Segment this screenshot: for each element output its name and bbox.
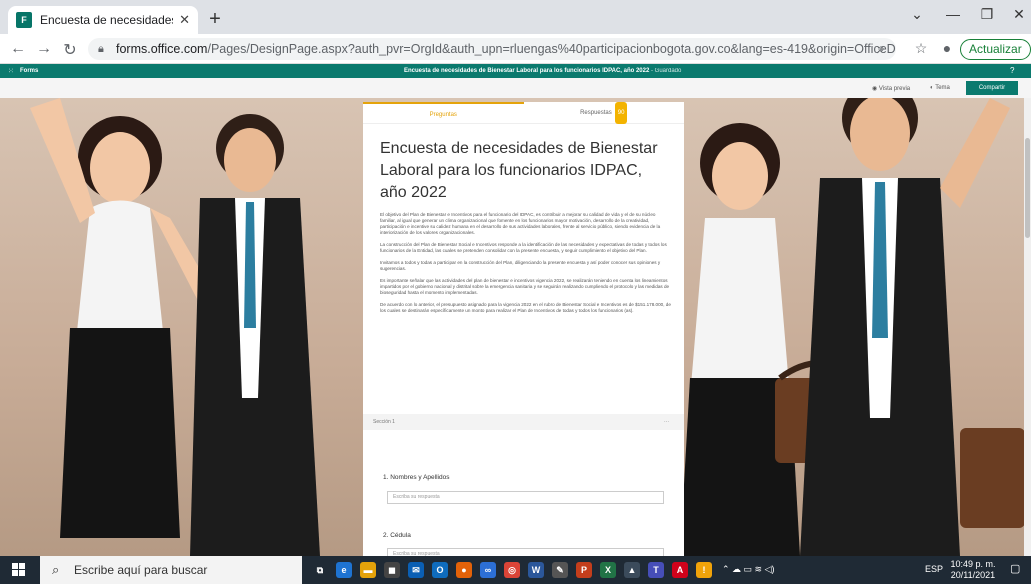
help-icon[interactable]: ? [1010, 66, 1014, 75]
profile-avatar-icon[interactable]: ● [938, 40, 956, 56]
preview-label: Vista previa [878, 86, 911, 92]
update-button[interactable]: Actualizar [960, 39, 1031, 60]
pen-app-icon[interactable]: ✎ [552, 562, 568, 578]
question-label[interactable]: 2. Cédula [383, 532, 411, 539]
browser-tab-strip: F Encuesta de necesidades de Bien ✕ + ⌄ … [0, 0, 1031, 34]
document-title-text: Encuesta de necesidades de Bienestar Lab… [404, 68, 650, 74]
minimize-icon[interactable]: — [940, 6, 966, 22]
file-explorer-icon[interactable]: ▬ [360, 562, 376, 578]
edge-icon[interactable]: e [336, 562, 352, 578]
taskbar-search[interactable]: ⌕ Escribe aquí para buscar [40, 556, 302, 584]
url-host: forms.office.com [116, 42, 208, 56]
description-paragraph: De acuerdo con lo anterior, el presupues… [380, 302, 671, 313]
question-label[interactable]: 1. Nombres y Apellidos [383, 474, 449, 481]
url-bar[interactable]: 🔒︎ forms.office.com/Pages/DesignPage.asp… [88, 38, 896, 60]
url-path: /Pages/DesignPage.aspx?auth_pvr=OrgId&au… [207, 42, 896, 56]
answer-input-name[interactable]: Escriba su respuesta [387, 491, 664, 504]
scrollbar-thumb[interactable] [1025, 138, 1030, 238]
tab-search-chevron-icon[interactable]: ⌄ [904, 6, 930, 23]
powerpoint-icon[interactable]: P [576, 562, 592, 578]
form-tabs: Preguntas Respuestas 90 [363, 102, 684, 124]
back-icon[interactable]: ← [8, 40, 28, 58]
section-more-icon[interactable]: ··· [664, 414, 669, 430]
forms-toolbar: ◉ Vista previa ◐ Tema Compartir [0, 78, 1031, 98]
preview-button[interactable]: ◉ Vista previa [872, 85, 910, 92]
clock[interactable]: 10:49 p. m. 20/11/2021 [948, 559, 998, 581]
lock-icon: 🔒︎ [98, 43, 104, 55]
photos-icon[interactable]: ▲ [624, 562, 640, 578]
forms-favicon-icon: F [16, 12, 32, 28]
app-icon[interactable]: ∞ [480, 562, 496, 578]
address-toolbar: ← → ↻ 🔒︎ forms.office.com/Pages/DesignPa… [0, 34, 1031, 64]
tab-questions[interactable]: Preguntas [363, 102, 524, 123]
firefox-icon[interactable]: ● [456, 562, 472, 578]
browser-tab[interactable]: F Encuesta de necesidades de Bien ✕ [8, 6, 198, 34]
forms-brand[interactable]: Forms [20, 68, 38, 74]
language-indicator[interactable]: ESP [925, 564, 943, 574]
theme-button[interactable]: ◐ Tema [930, 85, 950, 91]
tab-responses[interactable]: Respuestas 90 [524, 102, 685, 124]
notification-app-icon[interactable]: ! [696, 562, 712, 578]
chrome-icon[interactable]: ◎ [504, 562, 520, 578]
description-paragraph: Es importante señalar que las actividade… [380, 278, 670, 295]
bookmark-star-icon[interactable]: ☆ [912, 40, 930, 57]
task-view-icon[interactable]: ⧉ [312, 562, 328, 578]
windows-start-icon[interactable] [12, 563, 26, 577]
outlook-icon[interactable]: O [432, 562, 448, 578]
tray-icons[interactable]: ⌃ ☁ ▭ ≋ ◁) [722, 564, 775, 575]
document-title: Encuesta de necesidades de Bienestar Lab… [404, 68, 681, 74]
theme-label: Tema [935, 85, 950, 91]
zoom-icon[interactable]: ⌕ [872, 40, 890, 57]
preview-eye-icon: ◉ [872, 86, 879, 92]
page-scrollbar[interactable] [1024, 98, 1031, 556]
taskbar-search-placeholder: Escribe aquí para buscar [74, 563, 208, 577]
description-paragraph: Invitamos a todos y todas a participar e… [380, 260, 661, 271]
restore-icon[interactable]: ❐ [974, 6, 1000, 23]
description-paragraph: La construcción del Plan de Bienestar So… [380, 242, 667, 253]
answer-input-id[interactable]: Escriba su respuesta [387, 548, 664, 556]
description-paragraph: El objetivo del Plan de Bienestar e Ince… [380, 212, 661, 235]
response-count-badge: 90 [614, 102, 628, 124]
form-description[interactable]: El objetivo del Plan de Bienestar e Ince… [380, 212, 672, 320]
section-label: Sección 1 [373, 419, 395, 425]
windows-taskbar: ⌕ Escribe aquí para buscar ⧉ e ▬ ◼ ✉ O ●… [0, 556, 1031, 584]
saved-status: - Guardado [650, 68, 682, 74]
form-title[interactable]: Encuesta de necesidades de Bienestar Lab… [380, 138, 670, 204]
section-header[interactable]: Sección 1 ··· [363, 414, 684, 430]
action-center-icon[interactable]: ▢ [1010, 562, 1020, 575]
tab-close-icon[interactable]: ✕ [179, 12, 190, 28]
window-close-icon[interactable]: ✕ [1006, 6, 1031, 23]
word-icon[interactable]: W [528, 562, 544, 578]
tab-responses-label: Respuestas [580, 110, 612, 116]
app-launcher-icon[interactable]: ⁙ [8, 67, 14, 75]
clock-date: 20/11/2021 [950, 570, 996, 580]
clock-time: 10:49 p. m. [950, 559, 996, 569]
form-card: Preguntas Respuestas 90 Encuesta de neces… [363, 102, 684, 556]
store-icon[interactable]: ◼ [384, 562, 400, 578]
reload-icon[interactable]: ↻ [60, 40, 80, 60]
tab-title: Encuesta de necesidades de Bien [40, 13, 174, 27]
excel-icon[interactable]: X [600, 562, 616, 578]
new-tab-icon[interactable]: + [204, 8, 226, 31]
share-button[interactable]: Compartir [966, 81, 1018, 95]
forward-icon[interactable]: → [34, 40, 54, 58]
teams-icon[interactable]: T [648, 562, 664, 578]
mail-icon[interactable]: ✉ [408, 562, 424, 578]
acrobat-icon[interactable]: A [672, 562, 688, 578]
forms-header: ⁙ Forms Encuesta de necesidades de Biene… [0, 64, 1031, 78]
search-icon: ⌕ [52, 562, 60, 577]
